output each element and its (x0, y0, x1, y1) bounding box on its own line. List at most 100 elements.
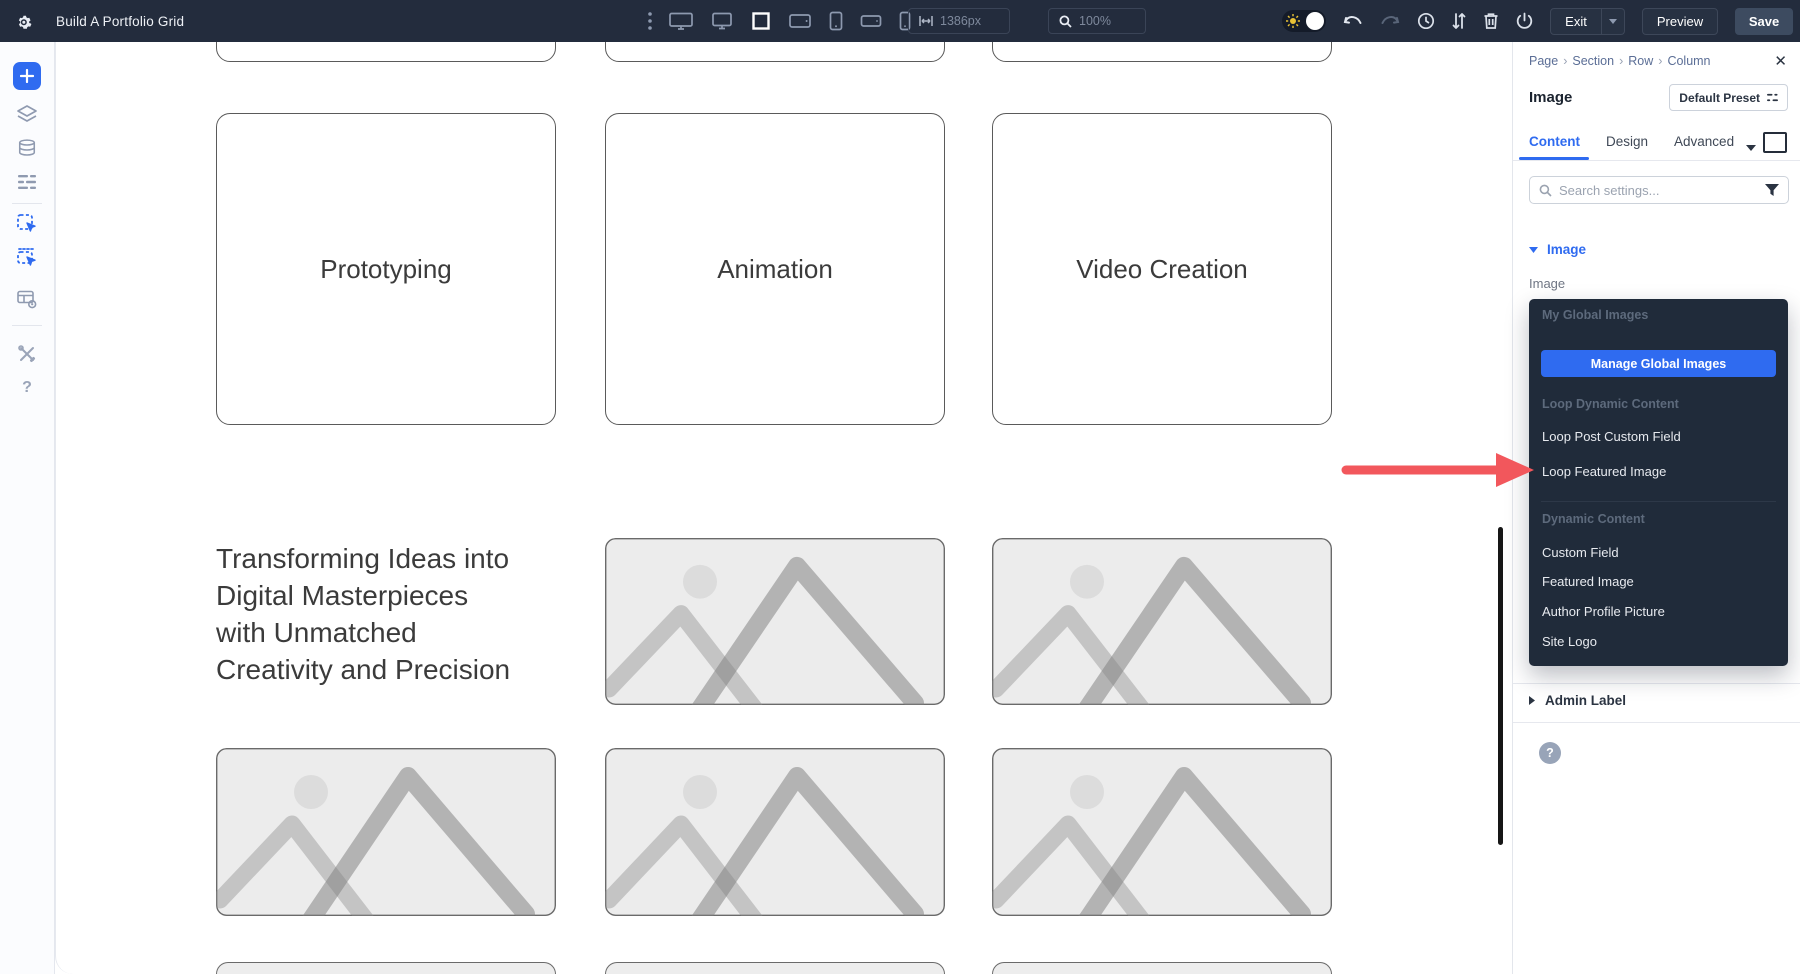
sidebar-item-tools[interactable] (13, 340, 41, 368)
breadcrumb-section[interactable]: Section (1572, 54, 1614, 68)
dropdown-group-my-global-images: My Global Images (1542, 308, 1648, 322)
accordion-image[interactable]: Image (1529, 242, 1586, 257)
dropdown-item-featured-image[interactable]: Featured Image (1542, 574, 1634, 589)
close-icon: ✕ (1774, 53, 1787, 70)
admin-label-text: Admin Label (1545, 693, 1626, 708)
list-dashes-icon (17, 174, 37, 190)
sun-icon (1286, 14, 1300, 28)
tab-content[interactable]: Content (1529, 134, 1580, 149)
heading-line: Transforming Ideas into (216, 540, 546, 577)
image-source-dropdown: My Global Images Manage Global Images Lo… (1529, 299, 1788, 666)
power-icon[interactable] (1516, 12, 1533, 30)
table-gear-icon (16, 289, 38, 309)
top-toolbar: Build A Portfolio Grid (0, 0, 1800, 42)
dropdown-group-dynamic-content: Dynamic Content (1542, 512, 1645, 526)
portfolio-heading[interactable]: Transforming Ideas into Digital Masterpi… (216, 540, 546, 688)
image-placeholder-art (992, 538, 1332, 705)
sidebar-item-help[interactable]: ? (13, 374, 41, 402)
responsive-desktop-icon[interactable] (1763, 132, 1787, 153)
canvas-scrollbar[interactable] (1498, 527, 1503, 845)
image-placeholder[interactable] (992, 748, 1332, 916)
preset-icon (1767, 92, 1778, 103)
breadcrumb-separator: › (1563, 54, 1567, 68)
question-icon: ? (1546, 746, 1554, 760)
accordion-admin-label[interactable]: Admin Label (1529, 693, 1626, 708)
service-card-partial[interactable] (992, 42, 1332, 62)
chevron-down-icon (1609, 19, 1617, 24)
import-export-icon[interactable] (1452, 12, 1466, 30)
accordion-caret-right-icon (1529, 696, 1535, 705)
dropdown-item-loop-featured-image[interactable]: Loop Featured Image (1542, 464, 1666, 479)
dropdown-item-site-logo[interactable]: Site Logo (1542, 634, 1597, 649)
panel-tabs: Content Design Advanced (1529, 134, 1734, 149)
dropdown-item-custom-field[interactable]: Custom Field (1542, 545, 1619, 560)
device-tablet-portrait-icon[interactable] (828, 11, 844, 31)
zoom-value: 100% (1079, 14, 1111, 28)
preset-label: Default Preset (1679, 91, 1760, 105)
image-placeholder[interactable] (216, 748, 556, 916)
breadcrumb-row[interactable]: Row (1628, 54, 1653, 68)
save-button[interactable]: Save (1735, 8, 1793, 35)
accordion-image-label: Image (1547, 242, 1586, 257)
image-placeholder-art (992, 748, 1332, 916)
image-placeholder[interactable] (605, 748, 945, 916)
sidebar-divider (12, 203, 42, 204)
heading-line: with Unmatched (216, 614, 546, 651)
add-element-button[interactable] (13, 62, 41, 90)
heading-line: Digital Masterpieces (216, 577, 546, 614)
image-placeholder-partial[interactable] (605, 962, 945, 974)
sidebar-item-select-row[interactable] (13, 244, 41, 272)
zoom-input[interactable]: 100% (1048, 8, 1146, 34)
dropdown-item-loop-post-custom-field[interactable]: Loop Post Custom Field (1542, 429, 1681, 444)
sidebar-item-templates[interactable] (13, 168, 41, 196)
filter-funnel-icon[interactable] (1765, 184, 1779, 197)
module-title: Image (1529, 89, 1572, 106)
canvas-width-input[interactable]: 1386px (908, 8, 1010, 34)
manage-global-images-button[interactable]: Manage Global Images (1541, 350, 1776, 377)
image-placeholder-art (216, 748, 556, 916)
panel-help-button[interactable]: ? (1539, 742, 1561, 764)
sidebar-item-select-module[interactable] (13, 210, 41, 238)
device-frame-active-icon[interactable] (750, 11, 772, 31)
layers-icon (16, 104, 38, 124)
tab-advanced[interactable]: Advanced (1674, 134, 1734, 149)
exit-split-button: Exit (1550, 8, 1625, 35)
image-placeholder[interactable] (605, 538, 945, 705)
redo-icon[interactable] (1380, 14, 1400, 28)
tabs-more-button[interactable] (1746, 138, 1756, 156)
exit-caret-button[interactable] (1602, 8, 1625, 35)
sidebar-item-structure[interactable] (13, 100, 41, 128)
breadcrumb-page[interactable]: Page (1529, 54, 1558, 68)
device-tablet-landscape-icon[interactable] (788, 12, 812, 30)
image-placeholder-partial[interactable] (992, 962, 1332, 974)
dropdown-item-author-profile-picture[interactable]: Author Profile Picture (1542, 604, 1665, 619)
device-laptop-icon[interactable] (710, 11, 734, 31)
sidebar-item-table-settings[interactable] (13, 285, 41, 313)
search-settings-input[interactable] (1559, 183, 1758, 198)
canvas-width-value: 1386px (940, 14, 981, 28)
history-icon[interactable] (1417, 12, 1435, 30)
undo-icon[interactable] (1343, 14, 1363, 28)
preview-button[interactable]: Preview (1642, 8, 1718, 35)
image-placeholder-partial[interactable] (216, 962, 556, 974)
service-card-partial[interactable] (216, 42, 556, 62)
device-desktop-icon[interactable] (668, 11, 694, 31)
theme-toggle[interactable] (1282, 10, 1326, 32)
service-card[interactable]: Animation (605, 113, 945, 425)
default-preset-button[interactable]: Default Preset (1669, 84, 1788, 111)
search-icon (1539, 184, 1552, 197)
heading-line: Creativity and Precision (216, 651, 546, 688)
image-placeholder[interactable] (992, 538, 1332, 705)
device-phone-landscape-icon[interactable] (860, 14, 882, 28)
kebab-menu-icon[interactable] (648, 12, 652, 30)
settings-gear-icon[interactable] (15, 12, 34, 31)
service-card[interactable]: Video Creation (992, 113, 1332, 425)
exit-button[interactable]: Exit (1550, 8, 1602, 35)
breadcrumb-column[interactable]: Column (1667, 54, 1710, 68)
tab-design[interactable]: Design (1606, 134, 1648, 149)
sidebar-item-data[interactable] (13, 134, 41, 162)
trash-icon[interactable] (1483, 12, 1499, 30)
service-card-partial[interactable] (605, 42, 945, 62)
service-card[interactable]: Prototyping (216, 113, 556, 425)
close-panel-button[interactable]: ✕ (1774, 52, 1787, 70)
